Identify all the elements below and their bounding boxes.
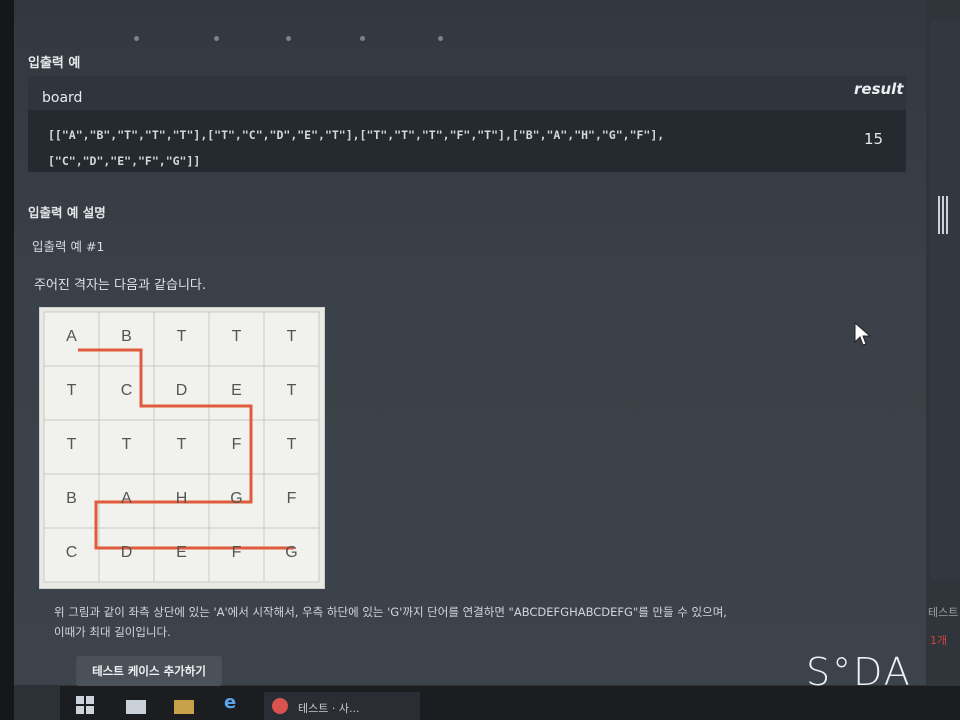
grid-letter: T — [287, 382, 297, 399]
folder-icon[interactable] — [174, 700, 194, 714]
grid-letter: C — [121, 382, 133, 399]
right-panel-body — [931, 20, 960, 580]
grid-letter: T — [177, 328, 187, 345]
grid-letter: T — [177, 436, 187, 453]
letter-grid-figure: A B T T T T C D E T T T T F T B A H G F C D E F G — [40, 308, 324, 588]
grid-letter: G — [230, 490, 242, 507]
resize-handle[interactable] — [938, 196, 950, 234]
grid-letter: G — [285, 544, 297, 561]
explanation-subtitle: 입출력 예 #1 — [32, 239, 105, 254]
grid-letter: E — [176, 544, 187, 561]
column-header-board: board — [42, 90, 83, 106]
grid-letter: A — [66, 328, 77, 345]
board-value-cell: [["A","B","T","T","T"],["T","C","D","E",… — [48, 128, 665, 168]
caption-line-1: 위 그림과 같이 좌측 상단에 있는 'A'에서 시작해서, 우측 하단에 있는… — [54, 605, 727, 619]
grid-letter: T — [67, 382, 77, 399]
active-task-label: 테스트 · 사... — [298, 702, 360, 715]
right-panel-label: 테스트 — [928, 606, 959, 619]
grid-letter: C — [66, 544, 78, 561]
table-header — [28, 76, 906, 110]
grid-letter: F — [287, 490, 297, 507]
add-test-case-button[interactable]: 테스트 케이스 추가하기 — [76, 656, 222, 686]
grid-letter: B — [121, 328, 132, 345]
internet-explorer-icon[interactable]: e — [224, 692, 244, 713]
grid-letter: A — [121, 490, 132, 507]
right-panel-status: 1개 — [930, 634, 948, 647]
monitor-bezel-left — [0, 0, 14, 720]
grid-letter: D — [176, 382, 188, 399]
grid-letter: D — [121, 544, 133, 561]
grid-letter: H — [176, 490, 188, 507]
grid-letter: T — [67, 436, 77, 453]
explanation-title: 입출력 예 설명 — [28, 205, 106, 220]
grid-letter: E — [231, 382, 242, 399]
caption-line-2: 이때가 최대 길이입니다. — [54, 625, 171, 639]
chrome-icon[interactable] — [272, 698, 288, 714]
grid-letter: T — [122, 436, 132, 453]
letter-grid-svg: A B T T T T C D E T T T T F T B A H G F C D E F G — [43, 311, 320, 583]
grid-description: 주어진 격자는 다음과 같습니다. — [34, 278, 207, 293]
result-value-cell: 15 — [864, 130, 884, 148]
document-icon[interactable] — [126, 700, 146, 714]
decorative-dots — [134, 36, 474, 44]
grid-letter: F — [232, 544, 242, 561]
windows-start-icon[interactable] — [76, 696, 96, 714]
grid-letter: F — [232, 436, 242, 453]
grid-letter: T — [232, 328, 242, 345]
io-section-title: 입출력 예 — [28, 56, 81, 71]
problem-panel: 입출력 예 board result [["A","B","T","T","T"… — [14, 0, 926, 686]
grid-letter: B — [66, 490, 77, 507]
grid-letter: T — [287, 328, 297, 345]
explanation-caption: 위 그림과 같이 좌측 상단에 있는 'A'에서 시작해서, 우측 하단에 있는… — [54, 602, 874, 642]
io-example-table: board result [["A","B","T","T","T"],["T"… — [28, 76, 906, 172]
column-header-result: result — [854, 80, 904, 98]
mouse-cursor-icon — [854, 322, 872, 346]
soda-watermark: S°DA — [806, 650, 912, 694]
grid-letter: T — [287, 436, 297, 453]
